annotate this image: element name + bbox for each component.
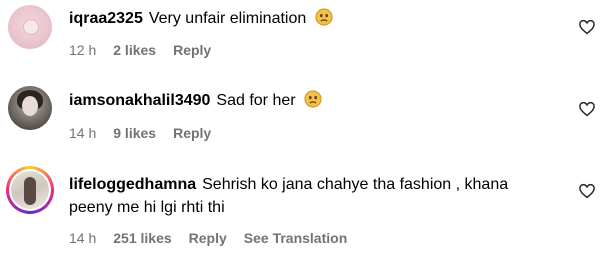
comment-text: iamsonakhalil3490 Sad for her xyxy=(69,90,322,112)
comment-text: lifeloggedhamna Sehrish ko jana chahye th… xyxy=(69,174,508,196)
likes-count[interactable]: 9 likes xyxy=(113,125,156,141)
heart-outline-icon[interactable] xyxy=(578,182,596,200)
avatar-placeholder xyxy=(23,19,39,35)
username[interactable]: lifeloggedhamna xyxy=(69,176,196,193)
avatar[interactable] xyxy=(8,86,52,130)
reply-button[interactable]: Reply xyxy=(189,230,227,246)
comment-body: Sad for her xyxy=(216,92,296,109)
likes-count[interactable]: 2 likes xyxy=(113,42,156,58)
heart-outline-icon[interactable] xyxy=(578,100,596,118)
comment-meta: 14 h 9 likes Reply xyxy=(69,124,228,142)
avatar xyxy=(9,169,51,211)
reply-button[interactable]: Reply xyxy=(173,125,211,141)
comment-meta: 12 h 2 likes Reply xyxy=(69,41,228,59)
likes-count[interactable]: 251 likes xyxy=(113,230,171,246)
username[interactable]: iqraa2325 xyxy=(69,10,143,27)
comment-time: 12 h xyxy=(69,42,97,58)
avatar-story-ring[interactable] xyxy=(6,166,54,214)
username[interactable]: iamsonakhalil3490 xyxy=(69,92,210,109)
sad-face-emoji xyxy=(315,8,333,26)
avatar-image xyxy=(11,171,49,209)
comment-time: 14 h xyxy=(69,125,97,141)
comment-body: Sehrish ko jana chahye tha fashion , kha… xyxy=(202,176,509,193)
see-translation-link[interactable]: See Translation xyxy=(244,230,347,246)
sad-face-emoji xyxy=(304,90,322,108)
comment-text: iqraa2325 Very unfair elimination xyxy=(69,8,333,30)
avatar-face xyxy=(22,96,38,116)
comment-time: 14 h xyxy=(69,230,97,246)
avatar[interactable] xyxy=(8,5,52,49)
comment-text-continued: peeny me hi lgi rhti thi xyxy=(69,199,225,216)
reply-button[interactable]: Reply xyxy=(173,42,211,58)
heart-outline-icon[interactable] xyxy=(578,18,596,36)
comment-body: Very unfair elimination xyxy=(148,10,307,27)
comment-meta: 14 h 251 likes Reply See Translation xyxy=(69,229,364,247)
avatar-figure xyxy=(24,177,36,205)
